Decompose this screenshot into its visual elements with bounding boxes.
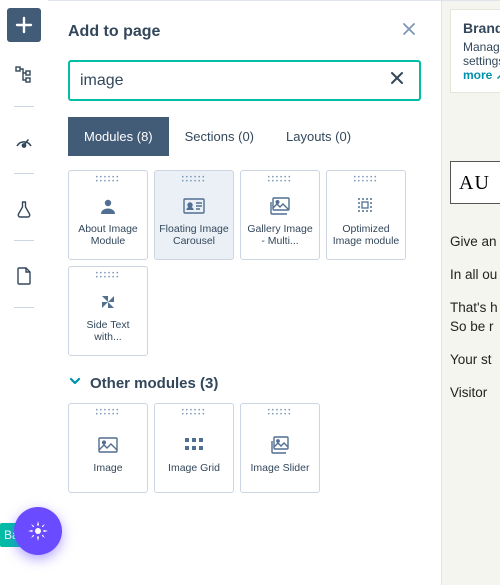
drag-handle-icon: •••••••••••• [354, 176, 379, 184]
module-label: Gallery Image - Multi... [243, 223, 317, 247]
page-preview: Brand Manage settings more ↗ AU Give an … [442, 0, 500, 585]
module-label: Optimized Image module [329, 223, 403, 247]
brand-settings-card[interactable]: Brand Manage settings more ↗ [450, 9, 500, 93]
preview-text: That's h [450, 300, 500, 315]
preview-text: Visitor [450, 385, 500, 400]
tab-modules[interactable]: Modules (8) [68, 117, 169, 156]
module-label: About Image Module [71, 223, 145, 247]
preview-text: In all ou [450, 267, 500, 282]
tree-icon[interactable] [7, 58, 41, 92]
gallery-icon [269, 193, 291, 219]
close-icon[interactable] [397, 17, 421, 46]
tabs: Modules (8) Sections (0) Layouts (0) [68, 117, 421, 156]
gauge-icon[interactable] [7, 125, 41, 159]
panel-title: Add to page [68, 23, 160, 41]
module-label: Side Text with... [71, 319, 145, 343]
drag-handle-icon: •••••••••••• [182, 409, 207, 417]
drag-handle-icon: •••••••••••• [96, 176, 121, 184]
module-gallery-image[interactable]: •••••••••••• Gallery Image - Multi... [240, 170, 320, 260]
module-optimized-image[interactable]: •••••••••••• Optimized Image module [326, 170, 406, 260]
left-rail [0, 0, 48, 585]
module-label: Image Slider [249, 462, 312, 474]
theme-module-grid: •••••••••••• About Image Module ••••••••… [68, 170, 421, 356]
module-floating-carousel[interactable]: •••••••••••• Floating Image Carousel [154, 170, 234, 260]
preview-text: So be r [450, 319, 500, 334]
drag-handle-icon: •••••••••••• [182, 176, 207, 184]
module-label: Floating Image Carousel [157, 223, 231, 247]
brand-more-link[interactable]: more ↗ [463, 68, 500, 82]
assistant-fab[interactable] [14, 507, 62, 555]
dots-square-icon [357, 193, 375, 219]
module-side-text[interactable]: •••••••••••• Side Text with... [68, 266, 148, 356]
rail-divider-4 [14, 307, 34, 308]
drag-handle-icon: •••••••••••• [268, 409, 293, 417]
other-module-grid: •••••••••••• Image •••••••••••• Image Gr… [68, 403, 421, 493]
chevron-down-icon [68, 374, 82, 393]
image-icon [98, 432, 118, 458]
brand-sub: Manage settings [463, 40, 500, 68]
grid-icon [185, 432, 203, 458]
add-button[interactable] [7, 8, 41, 42]
search-field[interactable] [68, 60, 421, 101]
other-modules-header[interactable]: Other modules (3) [68, 374, 421, 393]
rail-divider-3 [14, 240, 34, 241]
module-label: Image Grid [166, 462, 222, 474]
person-icon [98, 193, 118, 219]
search-input[interactable] [80, 72, 385, 90]
module-image[interactable]: •••••••••••• Image [68, 403, 148, 493]
id-card-icon [183, 193, 205, 219]
preview-logo-text: AU [459, 172, 490, 194]
drag-handle-icon: •••••••••••• [96, 272, 121, 280]
rail-divider-2 [14, 173, 34, 174]
flask-icon[interactable] [7, 192, 41, 226]
module-about-image[interactable]: •••••••••••• About Image Module [68, 170, 148, 260]
module-label: Image [91, 462, 124, 474]
module-image-slider[interactable]: •••••••••••• Image Slider [240, 403, 320, 493]
drag-handle-icon: •••••••••••• [96, 409, 121, 417]
clear-search-icon[interactable] [385, 70, 409, 91]
tab-layouts[interactable]: Layouts (0) [270, 117, 367, 156]
image-stack-icon [269, 432, 291, 458]
preview-text: Your st [450, 352, 500, 367]
section-title: Other modules (3) [90, 375, 218, 392]
sparkle-icon [26, 519, 50, 543]
preview-logo: AU [450, 161, 500, 204]
add-to-page-panel: Add to page Modules (8) Sections (0) Lay… [48, 0, 442, 585]
module-image-grid[interactable]: •••••••••••• Image Grid [154, 403, 234, 493]
brand-title: Brand [463, 20, 500, 36]
tab-sections[interactable]: Sections (0) [169, 117, 270, 156]
file-icon[interactable] [7, 259, 41, 293]
pinwheel-icon [99, 289, 117, 315]
drag-handle-icon: •••••••••••• [268, 176, 293, 184]
rail-divider [14, 106, 34, 107]
preview-text: Give an [450, 234, 500, 249]
